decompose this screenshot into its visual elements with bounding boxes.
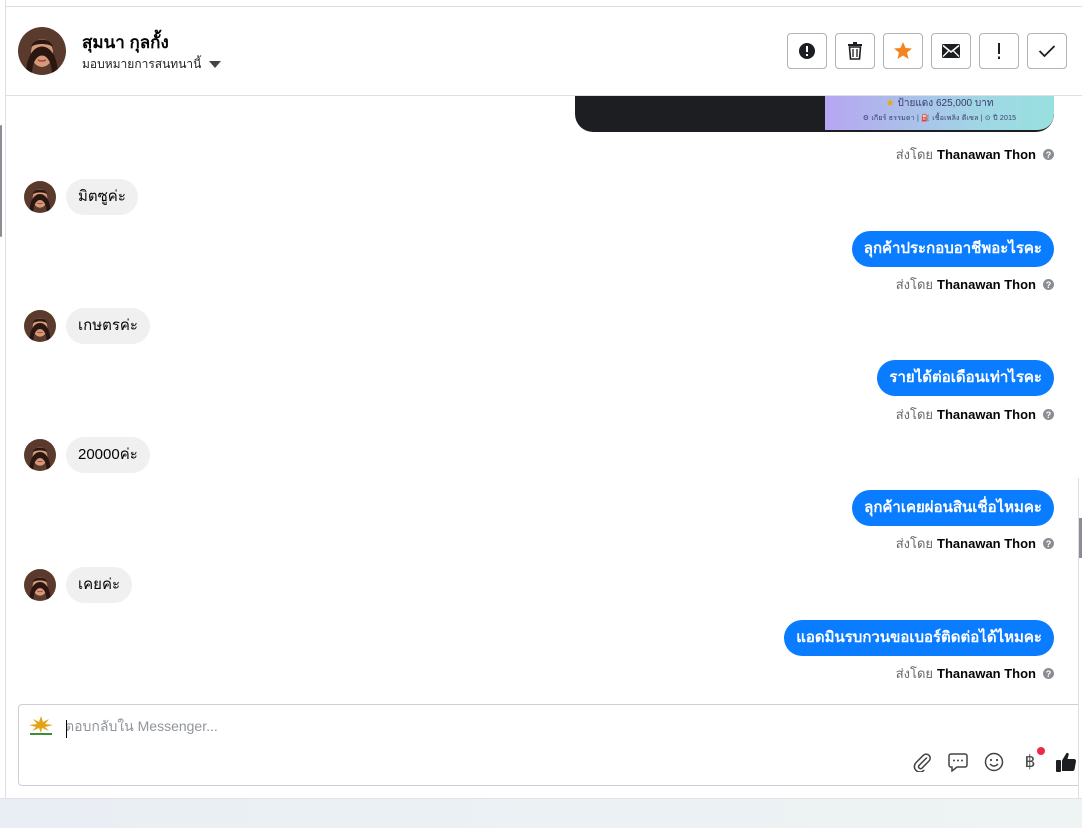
page-logo: [27, 715, 55, 737]
notification-dot: [1037, 747, 1045, 755]
bottom-bar: [0, 798, 1082, 828]
message-bubble[interactable]: มิตซูค่ะ: [66, 179, 138, 215]
message-bubble[interactable]: เคยค่ะ: [66, 567, 133, 603]
sent-by-label: ส่งโดย Thanawan Thon?: [896, 663, 1054, 684]
right-panel-edge: [1078, 478, 1082, 808]
incoming-message: เคยค่ะ: [24, 567, 133, 603]
attachment-price: ป้ายแดง 625,000 บาท: [897, 98, 994, 109]
caret-down-icon: [209, 61, 222, 68]
conversation-header: สุมนา กุลกั้ง มอบหมายการสนทนานี้: [6, 7, 1082, 96]
chat-bubble-icon: [948, 753, 968, 772]
reply-composer: ฿: [18, 704, 1082, 786]
delete-button[interactable]: [835, 33, 875, 69]
star-icon: [894, 42, 912, 59]
mark-spam-button[interactable]: [787, 33, 827, 69]
contact-avatar-small[interactable]: [24, 439, 56, 471]
checkmark-icon: [1038, 45, 1056, 58]
saved-replies-button[interactable]: [947, 751, 969, 773]
outgoing-message-bubble[interactable]: ลุกค้าเคยผ่อนสินเชื่อไหมคะ: [852, 490, 1054, 526]
paperclip-icon: [913, 753, 931, 772]
composer-tools: ฿: [911, 747, 1077, 773]
left-scrollbar-thumb[interactable]: [0, 125, 2, 237]
outgoing-message-bubble[interactable]: รายได้ต่อเดือนเท่าไรคะ: [877, 360, 1054, 396]
message-bubble[interactable]: 20000ค่ะ: [66, 437, 150, 473]
exclamation-icon: [998, 43, 1000, 59]
incoming-message: มิตซูค่ะ: [24, 179, 138, 215]
contact-avatar-small[interactable]: [24, 569, 56, 601]
sent-by-label: ส่งโดย Thanawan Thon?: [896, 144, 1054, 165]
outgoing-message-bubble[interactable]: ลุกค้าประกอบอาชีพอะไรคะ: [851, 231, 1054, 267]
mark-unread-button[interactable]: [931, 33, 971, 69]
contact-avatar[interactable]: [18, 27, 66, 75]
trash-icon: [848, 42, 862, 60]
help-icon[interactable]: ?: [1043, 538, 1054, 549]
message-bubble[interactable]: เกษตรค่ะ: [66, 308, 150, 344]
header-actions: [787, 33, 1067, 69]
contact-avatar-small[interactable]: [24, 181, 56, 213]
outgoing-message-bubble[interactable]: แอดมินรบกวนขอเบอร์ติดต่อได้ไหมคะ: [784, 620, 1054, 656]
incoming-message: 20000ค่ะ: [24, 437, 150, 473]
star-icon: ★: [885, 98, 895, 109]
sent-by-label: ส่งโดย Thanawan Thon?: [896, 274, 1054, 295]
assign-conversation-dropdown[interactable]: มอบหมายการสนทนานี้: [82, 55, 222, 74]
mark-done-button[interactable]: [1027, 33, 1067, 69]
sent-by-label: ส่งโดย Thanawan Thon?: [896, 533, 1054, 554]
star-button[interactable]: [883, 33, 923, 69]
payment-button[interactable]: ฿: [1019, 747, 1045, 773]
text-cursor: [66, 720, 67, 738]
incoming-message: เกษตรค่ะ: [24, 308, 150, 344]
attachment-meta: ⚙ เกียร์ ธรรมดา | ⛽ เชื้อเพลิง ดีเซล | ⊙…: [862, 115, 1017, 122]
contact-name: สุมนา กุลกั้ง: [82, 33, 169, 52]
message-input[interactable]: [65, 718, 965, 734]
envelope-icon: [942, 44, 960, 58]
attach-file-button[interactable]: [911, 751, 933, 773]
shared-attachment-card[interactable]: ★ ป้ายแดง 625,000 บาท ⚙ เกียร์ ธรรมดา | ⛽…: [575, 96, 1054, 132]
contact-avatar-small[interactable]: [24, 310, 56, 342]
message-thread[interactable]: ★ ป้ายแดง 625,000 บาท ⚙ เกียร์ ธรรมดา | ⛽…: [6, 96, 1082, 702]
like-button[interactable]: [1055, 751, 1077, 773]
emoji-button[interactable]: [983, 751, 1005, 773]
smiley-icon: [984, 752, 1004, 772]
help-icon[interactable]: ?: [1043, 149, 1054, 160]
top-divider: [6, 0, 1082, 7]
mark-important-button[interactable]: [979, 33, 1019, 69]
sent-by-label: ส่งโดย Thanawan Thon?: [896, 404, 1054, 425]
help-icon[interactable]: ?: [1043, 409, 1054, 420]
help-icon[interactable]: ?: [1043, 668, 1054, 679]
messenger-inbox-page: สุมนา กุลกั้ง มอบหมายการสนทนานี้ ★ ป้ายแ…: [0, 0, 1082, 828]
baht-icon: ฿: [1024, 752, 1036, 772]
thumbs-up-icon: [1056, 752, 1077, 772]
help-icon[interactable]: ?: [1043, 279, 1054, 290]
attachment-price-panel: ★ ป้ายแดง 625,000 บาท ⚙ เกียร์ ธรรมดา | ⛽…: [825, 96, 1054, 130]
alert-circle-icon: [799, 43, 815, 59]
assign-label: มอบหมายการสนทนานี้: [82, 57, 202, 71]
